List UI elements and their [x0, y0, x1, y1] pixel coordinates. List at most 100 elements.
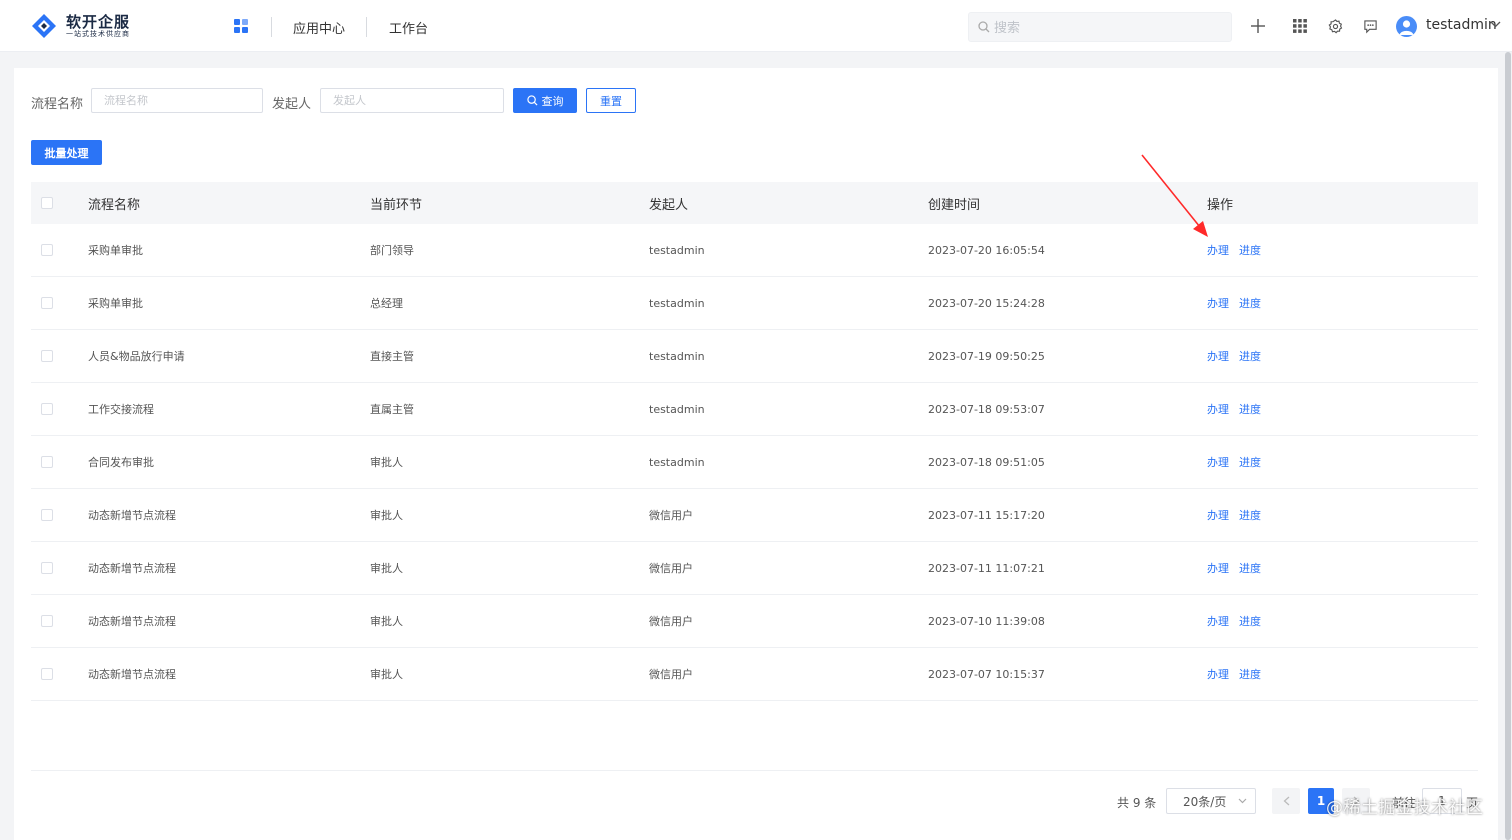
column-header-node[interactable]: 当前环节	[370, 194, 422, 213]
chevron-left-icon	[1283, 796, 1289, 806]
prev-page-button[interactable]	[1272, 788, 1300, 814]
table-row: 合同发布审批 审批人 testadmin 2023-07-18 09:51:05…	[31, 436, 1478, 489]
column-header-initiator[interactable]: 发起人	[649, 194, 688, 213]
handle-link[interactable]: 办理	[1207, 403, 1229, 416]
progress-link[interactable]: 进度	[1239, 297, 1261, 310]
chevron-down-icon[interactable]	[1490, 21, 1501, 28]
pagination-total: 共 9 条	[1117, 796, 1157, 810]
initiator: testadmin	[649, 349, 705, 363]
current-node: 审批人	[370, 509, 403, 522]
created-time: 2023-07-18 09:51:05	[928, 455, 1045, 469]
row-checkbox[interactable]	[41, 403, 53, 415]
handle-link[interactable]: 办理	[1207, 297, 1229, 310]
table-footer-divider	[31, 770, 1478, 771]
progress-link[interactable]: 进度	[1239, 244, 1261, 257]
add-icon[interactable]	[1249, 17, 1267, 35]
page-size-select[interactable]: 20条/页	[1166, 788, 1256, 814]
row-actions: 办理 进度	[1207, 295, 1261, 311]
watermark: @稀土掘金技术社区	[1326, 798, 1484, 818]
username[interactable]: testadmin	[1426, 17, 1497, 33]
filter-initiator-input[interactable]	[320, 88, 504, 113]
filter-name-input[interactable]	[91, 88, 263, 113]
settings-gear-icon[interactable]	[1326, 17, 1344, 35]
process-name: 人员&物品放行申请	[88, 350, 185, 363]
process-name: 合同发布审批	[88, 456, 154, 469]
nav-workbench[interactable]: 工作台	[389, 18, 428, 37]
query-button[interactable]: 查询	[513, 88, 577, 113]
nav-app-center[interactable]: 应用中心	[293, 18, 345, 37]
handle-link[interactable]: 办理	[1207, 244, 1229, 257]
process-name: 动态新增节点流程	[88, 668, 176, 681]
process-name: 动态新增节点流程	[88, 615, 176, 628]
process-name: 动态新增节点流程	[88, 509, 176, 522]
created-time: 2023-07-20 15:24:28	[928, 296, 1045, 310]
top-navigation-bar: 软开企服 一站式技术供应商 应用中心 工作台 搜索 testadmin	[0, 0, 1512, 52]
created-time: 2023-07-11 15:17:20	[928, 508, 1045, 522]
current-node: 审批人	[370, 668, 403, 681]
select-all-checkbox[interactable]	[41, 197, 53, 209]
progress-link[interactable]: 进度	[1239, 403, 1261, 416]
column-header-name[interactable]: 流程名称	[88, 194, 140, 213]
filter-initiator-label: 发起人	[272, 97, 312, 112]
row-checkbox[interactable]	[41, 350, 53, 362]
row-actions: 办理 进度	[1207, 401, 1261, 417]
handle-link[interactable]: 办理	[1207, 456, 1229, 469]
row-actions: 办理 进度	[1207, 348, 1261, 364]
row-actions: 办理 进度	[1207, 507, 1261, 523]
initiator: testadmin	[649, 455, 705, 469]
brand-logo-icon	[32, 14, 56, 38]
created-time: 2023-07-18 09:53:07	[928, 402, 1045, 416]
row-checkbox[interactable]	[41, 615, 53, 627]
row-checkbox[interactable]	[41, 668, 53, 680]
initiator: testadmin	[649, 296, 705, 310]
table-row: 动态新增节点流程 审批人 微信用户 2023-07-11 11:07:21 办理…	[31, 542, 1478, 595]
search-input[interactable]	[994, 18, 1224, 38]
column-header-created[interactable]: 创建时间	[928, 194, 980, 213]
progress-link[interactable]: 进度	[1239, 562, 1261, 575]
current-node: 审批人	[370, 562, 403, 575]
progress-link[interactable]: 进度	[1239, 456, 1261, 469]
process-table: 流程名称 当前环节 发起人 创建时间 操作 采购单审批 部门领导 testadm…	[31, 182, 1478, 701]
progress-link[interactable]: 进度	[1239, 509, 1261, 522]
row-checkbox[interactable]	[41, 297, 53, 309]
brand-subtitle: 一站式技术供应商	[66, 29, 130, 38]
table-header: 流程名称 当前环节 发起人 创建时间 操作	[31, 182, 1478, 224]
app-grid-icon[interactable]	[234, 19, 249, 34]
reset-button[interactable]: 重置	[586, 88, 636, 113]
page-scrollbar[interactable]	[1505, 52, 1511, 840]
current-node: 审批人	[370, 615, 403, 628]
row-actions: 办理 进度	[1207, 666, 1261, 682]
progress-link[interactable]: 进度	[1239, 350, 1261, 363]
table-row: 动态新增节点流程 审批人 微信用户 2023-07-10 11:39:08 办理…	[31, 595, 1478, 648]
row-checkbox[interactable]	[41, 456, 53, 468]
progress-link[interactable]: 进度	[1239, 615, 1261, 628]
global-search[interactable]	[968, 12, 1232, 42]
handle-link[interactable]: 办理	[1207, 509, 1229, 522]
handle-link[interactable]: 办理	[1207, 668, 1229, 681]
handle-link[interactable]: 办理	[1207, 350, 1229, 363]
process-name: 工作交接流程	[88, 403, 154, 416]
table-row: 人员&物品放行申请 直接主管 testadmin 2023-07-19 09:5…	[31, 330, 1478, 383]
initiator: 微信用户	[649, 509, 693, 522]
batch-process-button[interactable]: 批量处理	[31, 140, 102, 165]
initiator: 微信用户	[649, 562, 693, 575]
current-node: 审批人	[370, 456, 403, 469]
handle-link[interactable]: 办理	[1207, 615, 1229, 628]
row-actions: 办理 进度	[1207, 454, 1261, 470]
initiator: 微信用户	[649, 615, 693, 628]
current-node: 直属主管	[370, 403, 414, 416]
apps-grid-icon[interactable]	[1291, 17, 1309, 35]
row-checkbox[interactable]	[41, 562, 53, 574]
row-checkbox[interactable]	[41, 244, 53, 256]
search-icon	[526, 95, 538, 106]
nav-divider	[271, 17, 272, 37]
handle-link[interactable]: 办理	[1207, 562, 1229, 575]
brand-title: 软开企服	[66, 12, 131, 31]
table-row: 采购单审批 总经理 testadmin 2023-07-20 15:24:28 …	[31, 277, 1478, 330]
brand-logo[interactable]: 软开企服 一站式技术供应商	[30, 12, 130, 40]
user-avatar[interactable]	[1396, 16, 1417, 37]
row-checkbox[interactable]	[41, 509, 53, 521]
progress-link[interactable]: 进度	[1239, 668, 1261, 681]
message-icon[interactable]	[1361, 17, 1379, 35]
search-icon	[978, 21, 990, 33]
